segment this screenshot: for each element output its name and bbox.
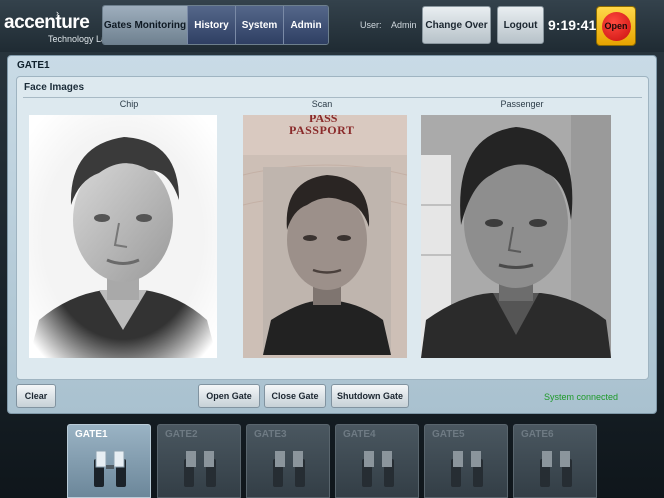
gate-tab-label: GATE3 [254, 429, 287, 440]
gate-tab-label: GATE6 [521, 429, 554, 440]
open-indicator-button[interactable]: Open [596, 6, 636, 46]
main-nav: Gates Monitoring History System Admin [102, 5, 329, 45]
app-header: accenture › Technology Labs Gates Monito… [0, 0, 664, 52]
gate-turnstile-icon [451, 451, 483, 487]
nav-tab-admin[interactable]: Admin [284, 6, 328, 44]
gate-tab-5[interactable]: GATE5 [424, 424, 508, 498]
passenger-face-image [421, 115, 611, 358]
gate-tab-2[interactable]: GATE2 [157, 424, 241, 498]
user-label: User: [360, 20, 382, 30]
gate-tab-3[interactable]: GATE3 [246, 424, 330, 498]
gate-tab-label: GATE2 [165, 429, 198, 440]
logout-button[interactable]: Logout [497, 6, 544, 44]
face-images-title: Face Images [24, 82, 85, 93]
shutdown-gate-button[interactable]: Shutdown Gate [331, 384, 409, 408]
nav-tab-history[interactable]: History [188, 6, 236, 44]
chip-label: Chip [119, 99, 139, 109]
scan-label: Scan [311, 99, 333, 109]
change-over-button[interactable]: Change Over [422, 6, 491, 44]
gate-turnstile-icon [362, 451, 394, 487]
passport-text: PASSPORT [289, 123, 355, 137]
clock: 9:19:41 [548, 17, 597, 33]
gate-tab-4[interactable]: GATE4 [335, 424, 419, 498]
gate-tab-label: GATE4 [343, 429, 376, 440]
gate-tab-label: GATE5 [432, 429, 465, 440]
gate-panel: GATE1 Face Images Chip Scan Passenger PA… [7, 55, 657, 414]
gate-title: GATE1 [17, 60, 50, 71]
system-status: System connected [544, 392, 619, 402]
passenger-label: Passenger [500, 99, 544, 109]
close-gate-button[interactable]: Close Gate [264, 384, 326, 408]
nav-tab-gates-monitoring[interactable]: Gates Monitoring [103, 6, 188, 44]
face-images-panel: Face Images Chip Scan Passenger PASS PAS… [16, 76, 649, 380]
gate-turnstile-icon [273, 451, 305, 487]
gate-turnstile-icon [94, 450, 126, 487]
gate-turnstile-icon [184, 451, 216, 487]
face-images-divider [23, 97, 642, 98]
logo-caret-icon: › [56, 8, 59, 18]
chip-face-image [29, 115, 217, 358]
open-gate-button[interactable]: Open Gate [198, 384, 260, 408]
user-value: Admin [391, 20, 417, 30]
open-indicator-label: Open [601, 11, 631, 41]
gate-tab-6[interactable]: GATE6 [513, 424, 597, 498]
scan-passport-image: PASS PASSPORT [243, 115, 407, 358]
gate-tab-1[interactable]: GATE1 [67, 424, 151, 498]
nav-tab-system[interactable]: System [236, 6, 284, 44]
accenture-logo: accenture › Technology Labs [4, 8, 116, 44]
clear-button[interactable]: Clear [16, 384, 56, 408]
gate-tab-label: GATE1 [75, 429, 108, 440]
gate-turnstile-icon [540, 451, 572, 487]
logo-brand: accenture [4, 12, 90, 33]
